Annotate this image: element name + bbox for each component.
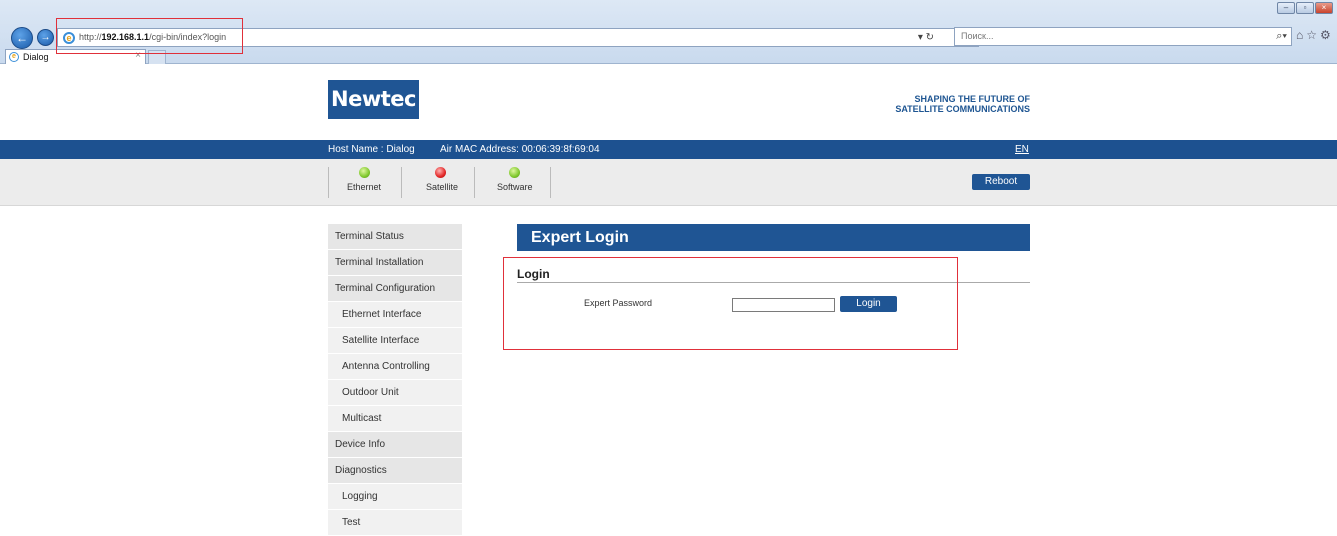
satellite-led-icon (435, 167, 446, 178)
page-title: Expert Login (517, 224, 1030, 251)
status-satellite: Satellite (401, 167, 474, 198)
sidebar-item-logging[interactable]: Logging (328, 484, 462, 510)
back-button[interactable]: ← (11, 27, 33, 49)
software-label: Software (497, 182, 533, 192)
software-led-icon (509, 167, 520, 178)
address-bar[interactable]: e http://192.168.1.1/cgi-bin/index?login… (57, 28, 979, 47)
password-field[interactable] (732, 298, 835, 312)
sidebar-item-diagnostics[interactable]: Diagnostics (328, 458, 462, 484)
tab-close-icon[interactable]: × (135, 50, 141, 61)
tab-favicon-icon: e (9, 52, 19, 62)
forward-button[interactable]: → (37, 29, 54, 46)
close-window-icon[interactable]: × (1315, 2, 1333, 14)
tagline: SHAPING THE FUTURE OF SATELLITE COMMUNIC… (870, 94, 1030, 114)
host-name: Host Name : Dialog (328, 144, 415, 155)
section-divider (517, 282, 1030, 283)
satellite-label: Satellite (426, 182, 459, 192)
reboot-button[interactable]: Reboot (972, 174, 1030, 190)
ethernet-label: Ethernet (347, 182, 382, 192)
section-title: Login (517, 267, 550, 281)
tagline-line-1: SHAPING THE FUTURE OF (914, 94, 1030, 104)
sidebar-item-outdoor-unit[interactable]: Outdoor Unit (328, 380, 462, 406)
newtec-logo: Newtec (328, 80, 419, 119)
url-path: /cgi-bin/index?login (149, 32, 227, 42)
password-label: Expert Password (584, 298, 653, 308)
login-button[interactable]: Login (840, 296, 897, 312)
sidebar-nav: Terminal Status Terminal Installation Te… (328, 224, 462, 536)
status-ethernet: Ethernet (328, 167, 401, 198)
tab-dialog[interactable]: e Dialog × (5, 49, 146, 64)
ie-logo-icon: e (63, 32, 75, 44)
sidebar-item-device-info[interactable]: Device Info (328, 432, 462, 458)
mac-address: Air MAC Address: 00:06:39:8f:69:04 (440, 144, 600, 155)
home-favorites-tools-icons[interactable]: ⌂☆⚙ (1296, 28, 1334, 42)
minimize-icon[interactable]: – (1277, 2, 1295, 14)
new-tab-button[interactable] (148, 50, 166, 64)
status-software: Software (474, 167, 550, 198)
sidebar-item-terminal-configuration[interactable]: Terminal Configuration (328, 276, 462, 302)
host-bar: Host Name : Dialog Air MAC Address: 00:0… (0, 140, 1337, 159)
sidebar-item-satellite-interface[interactable]: Satellite Interface (328, 328, 462, 354)
sidebar-item-terminal-installation[interactable]: Terminal Installation (328, 250, 462, 276)
language-link[interactable]: EN (1015, 144, 1029, 155)
status-divider (550, 167, 551, 198)
tab-label: Dialog (23, 52, 49, 62)
search-icon[interactable]: ⌕▾ (1276, 30, 1287, 43)
ethernet-led-icon (359, 167, 370, 178)
sidebar-item-ethernet-interface[interactable]: Ethernet Interface (328, 302, 462, 328)
url-host: 192.168.1.1 (101, 32, 150, 42)
url-text[interactable]: http://192.168.1.1/cgi-bin/index?login (79, 32, 226, 42)
sidebar-item-multicast[interactable]: Multicast (328, 406, 462, 432)
sidebar-item-terminal-status[interactable]: Terminal Status (328, 224, 462, 250)
sidebar-item-antenna-controlling[interactable]: Antenna Controlling (328, 354, 462, 380)
status-bar: Ethernet Satellite Software (0, 159, 1337, 206)
sidebar-item-test[interactable]: Test (328, 510, 462, 536)
refresh-icon[interactable]: ▾ ↻ (918, 32, 934, 43)
search-box[interactable]: Поиск... ⌕▾ (954, 27, 1292, 46)
restore-icon[interactable]: ▫ (1296, 2, 1314, 14)
tagline-line-2: SATELLITE COMMUNICATIONS (895, 104, 1030, 114)
browser-chrome: – ▫ × ← → e http://192.168.1.1/cgi-bin/i… (0, 0, 1337, 64)
search-placeholder: Поиск... (961, 31, 994, 41)
window-controls: – ▫ × (1277, 2, 1333, 14)
url-prefix: http:// (79, 32, 102, 42)
